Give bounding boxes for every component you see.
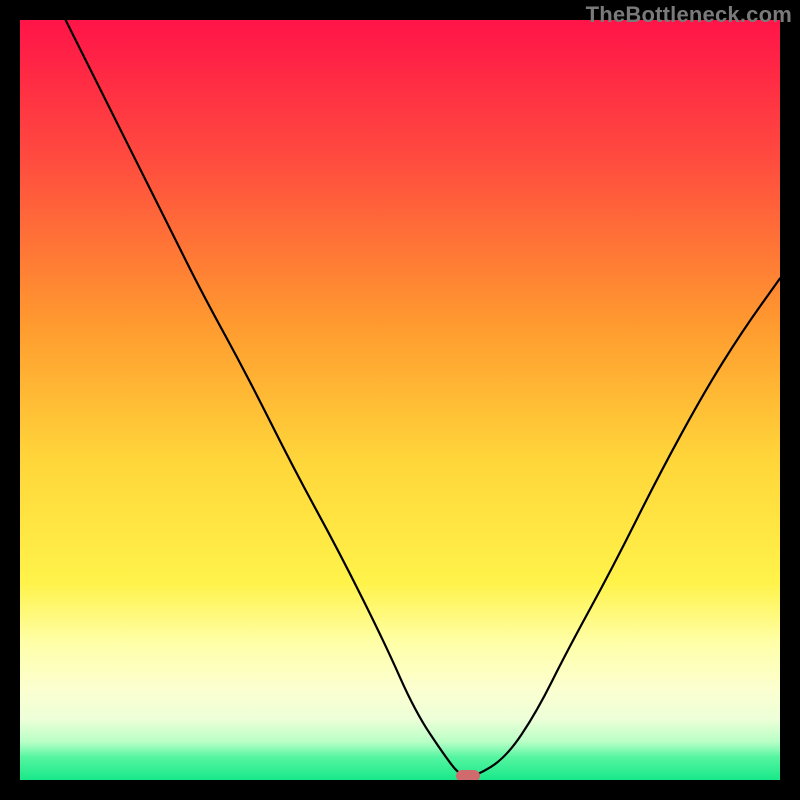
optimum-marker (456, 770, 480, 780)
plot-svg (20, 20, 780, 780)
gradient-background (20, 20, 780, 780)
chart-frame: TheBottleneck.com (0, 0, 800, 800)
plot-area (20, 20, 780, 780)
